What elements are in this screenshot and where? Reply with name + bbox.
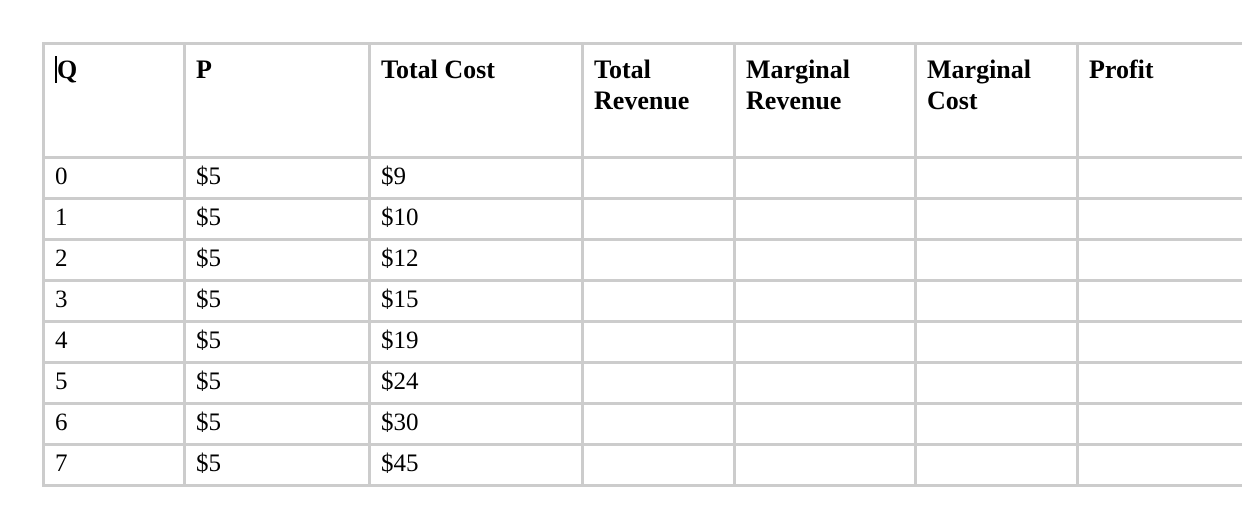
- table-row: 6 $5 $30: [45, 405, 1242, 446]
- cell-tr[interactable]: [584, 446, 736, 487]
- cell-tr[interactable]: [584, 405, 736, 446]
- page-root: Q P Total Cost Total Revenue Marginal Revenu…: [0, 0, 1242, 517]
- cell-mc[interactable]: [917, 323, 1079, 364]
- table-row: 7 $5 $45: [45, 446, 1242, 487]
- column-header-tc[interactable]: Total Cost: [371, 45, 584, 159]
- cell-p[interactable]: $5: [186, 405, 371, 446]
- cell-mr[interactable]: [736, 200, 917, 241]
- cell-p[interactable]: $5: [186, 282, 371, 323]
- table-row: 3 $5 $15: [45, 282, 1242, 323]
- worksheet-table: Q P Total Cost Total Revenue Marginal Revenu…: [42, 42, 1242, 487]
- cell-tr[interactable]: [584, 364, 736, 405]
- cell-tc[interactable]: $30: [371, 405, 584, 446]
- cell-pr[interactable]: [1079, 200, 1242, 241]
- cell-pr[interactable]: [1079, 241, 1242, 282]
- cell-p[interactable]: $5: [186, 364, 371, 405]
- cell-mr[interactable]: [736, 446, 917, 487]
- cell-q[interactable]: 2: [45, 241, 186, 282]
- table-body: 0 $5 $9 1 $5 $10 2 $5 $12 3 $5 $15 4 $5 $19 5 $5 $24 6 $5 $3…: [45, 159, 1242, 487]
- column-header-mr[interactable]: Marginal Revenue: [736, 45, 917, 159]
- column-header-q[interactable]: Q: [45, 45, 186, 159]
- column-header-mc[interactable]: Marginal Cost: [917, 45, 1079, 159]
- cell-p[interactable]: $5: [186, 446, 371, 487]
- cell-mc[interactable]: [917, 200, 1079, 241]
- cell-pr[interactable]: [1079, 405, 1242, 446]
- cell-tr[interactable]: [584, 159, 736, 200]
- column-header-p[interactable]: P: [186, 45, 371, 159]
- cell-tr[interactable]: [584, 241, 736, 282]
- table-row: 2 $5 $12: [45, 241, 1242, 282]
- column-header-pr[interactable]: Profit: [1079, 45, 1242, 159]
- table-row: 1 $5 $10: [45, 200, 1242, 241]
- cell-q[interactable]: 7: [45, 446, 186, 487]
- cell-q[interactable]: 6: [45, 405, 186, 446]
- cell-mr[interactable]: [736, 241, 917, 282]
- column-header-label: Total Cost: [381, 55, 495, 84]
- cell-q[interactable]: 0: [45, 159, 186, 200]
- cell-mr[interactable]: [736, 323, 917, 364]
- cell-tc[interactable]: $45: [371, 446, 584, 487]
- cell-tc[interactable]: $19: [371, 323, 584, 364]
- column-header-label: Total Revenue: [594, 55, 690, 116]
- cell-mc[interactable]: [917, 282, 1079, 323]
- cell-mc[interactable]: [917, 405, 1079, 446]
- cell-mc[interactable]: [917, 446, 1079, 487]
- column-header-label: Marginal Revenue: [746, 55, 850, 116]
- column-header-label: Q: [57, 55, 78, 84]
- cell-p[interactable]: $5: [186, 200, 371, 241]
- cell-pr[interactable]: [1079, 364, 1242, 405]
- cell-mr[interactable]: [736, 282, 917, 323]
- cell-tc[interactable]: $12: [371, 241, 584, 282]
- cell-q[interactable]: 5: [45, 364, 186, 405]
- cell-tr[interactable]: [584, 282, 736, 323]
- cell-tr[interactable]: [584, 323, 736, 364]
- column-header-label: Marginal Cost: [927, 55, 1031, 116]
- column-header-tr[interactable]: Total Revenue: [584, 45, 736, 159]
- cell-q[interactable]: 4: [45, 323, 186, 364]
- cell-tc[interactable]: $15: [371, 282, 584, 323]
- cell-p[interactable]: $5: [186, 159, 371, 200]
- column-header-label: P: [196, 55, 212, 84]
- cell-tc[interactable]: $10: [371, 200, 584, 241]
- table-row: 5 $5 $24: [45, 364, 1242, 405]
- cell-p[interactable]: $5: [186, 323, 371, 364]
- table-row: 4 $5 $19: [45, 323, 1242, 364]
- cell-mc[interactable]: [917, 364, 1079, 405]
- cell-pr[interactable]: [1079, 446, 1242, 487]
- cell-mc[interactable]: [917, 241, 1079, 282]
- table-header: Q P Total Cost Total Revenue Marginal Revenu…: [45, 45, 1242, 159]
- cell-mc[interactable]: [917, 159, 1079, 200]
- cell-pr[interactable]: [1079, 282, 1242, 323]
- cell-tc[interactable]: $24: [371, 364, 584, 405]
- cell-mr[interactable]: [736, 159, 917, 200]
- cell-p[interactable]: $5: [186, 241, 371, 282]
- cell-tc[interactable]: $9: [371, 159, 584, 200]
- cell-q[interactable]: 3: [45, 282, 186, 323]
- table-row: 0 $5 $9: [45, 159, 1242, 200]
- cell-q[interactable]: 1: [45, 200, 186, 241]
- cell-pr[interactable]: [1079, 159, 1242, 200]
- column-header-label: Profit: [1089, 55, 1154, 84]
- cell-pr[interactable]: [1079, 323, 1242, 364]
- cell-tr[interactable]: [584, 200, 736, 241]
- cell-mr[interactable]: [736, 405, 917, 446]
- table-header-row: Q P Total Cost Total Revenue Marginal Revenu…: [45, 45, 1242, 159]
- cell-mr[interactable]: [736, 364, 917, 405]
